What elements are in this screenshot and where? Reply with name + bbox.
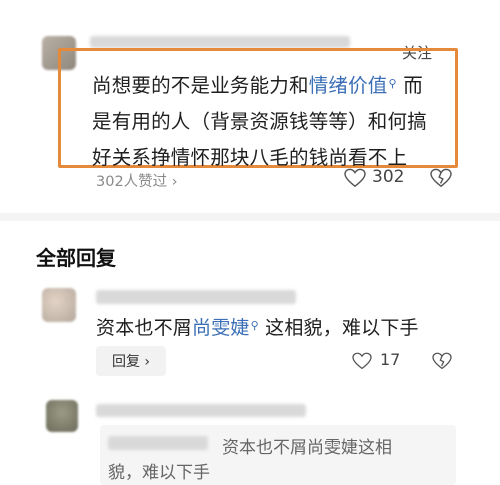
reply-text: 资本也不屑尚雯婕⚲ 这相貌，难以下手: [96, 317, 419, 339]
username-blurred: [96, 290, 296, 304]
quote-line-1: 资本也不屑尚雯婕这相: [222, 438, 392, 458]
section-title: 全部回复: [36, 246, 116, 270]
quote-line-2: 貌，难以下手: [108, 463, 210, 483]
username-blurred: [90, 36, 350, 48]
like-count: 17: [380, 350, 401, 369]
likes-link[interactable]: 302人赞过 ›: [96, 170, 178, 191]
quoted-username-blurred: [108, 436, 208, 450]
link-emotional-value[interactable]: 情绪价值: [309, 74, 388, 97]
section-divider: [0, 213, 500, 221]
username-blurred: [96, 404, 306, 417]
search-icon: ⚲: [250, 319, 259, 332]
avatar[interactable]: [46, 400, 78, 432]
dislike-icon[interactable]: [430, 168, 452, 188]
search-icon: ⚲: [388, 77, 397, 90]
heart-icon[interactable]: [344, 168, 366, 188]
reply-button[interactable]: 回复 ›: [96, 346, 166, 376]
comment-line-1: 尚想要的不是业务能力和情绪价值⚲ 而: [92, 74, 423, 97]
link-shang-wenjie[interactable]: 尚雯婕: [192, 317, 250, 339]
like-count: 302: [372, 167, 405, 187]
dislike-icon[interactable]: [432, 352, 452, 370]
heart-icon[interactable]: [352, 352, 372, 370]
comment-line-2: 是有用的人（背景资源钱等等）和何搞: [92, 110, 427, 133]
avatar[interactable]: [42, 288, 76, 322]
